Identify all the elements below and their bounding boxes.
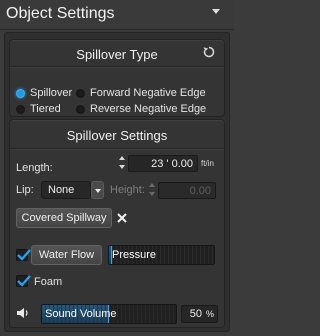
radio-label: Tiered — [30, 103, 61, 115]
speaker-icon — [17, 308, 28, 318]
length-input[interactable]: 23 ' 0.00 — [128, 155, 198, 172]
radio-dot — [76, 88, 85, 98]
radio-label: Reverse Negative Edge — [90, 103, 207, 115]
foam-label: Foam — [34, 276, 63, 288]
reset-icon[interactable] — [202, 45, 216, 59]
checkmark-icon — [17, 249, 31, 261]
covered-spillway-button[interactable]: Covered Spillway — [16, 208, 112, 228]
spinner-down-icon — [149, 192, 155, 196]
height-spinner — [149, 182, 156, 197]
sound-volume-label: Sound Volume — [45, 308, 117, 320]
radio-tiered[interactable]: Tiered — [16, 102, 61, 116]
spinner-up-icon — [149, 183, 155, 187]
section-divider — [10, 148, 224, 149]
height-input: 0.00 — [158, 182, 216, 199]
lip-dropdown-button[interactable] — [91, 181, 104, 199]
collapse-arrow-icon[interactable] — [212, 9, 220, 14]
checkmark-icon — [17, 275, 31, 287]
sound-volume-slider[interactable]: Sound Volume — [41, 304, 177, 324]
sound-volume-unit: % — [205, 309, 214, 319]
lip-label: Lip: — [16, 184, 34, 196]
radio-dot — [16, 104, 25, 114]
lip-select[interactable]: None — [41, 181, 91, 199]
section-divider — [10, 66, 224, 67]
spillover-type-section: Spillover Type Spillover Forward Negativ… — [9, 39, 225, 117]
panel-title: Object Settings — [6, 5, 115, 22]
sound-volume-input[interactable]: 50 % — [181, 305, 218, 323]
spinner-down-icon[interactable] — [119, 165, 125, 169]
remove-icon[interactable] — [117, 213, 127, 223]
radio-dot-selected — [16, 88, 25, 98]
spinner-up-icon[interactable] — [119, 156, 125, 160]
radio-label: Forward Negative Edge — [90, 87, 206, 99]
water-flow-checkbox[interactable] — [16, 249, 31, 261]
length-spinner[interactable] — [119, 155, 126, 170]
radio-spillover[interactable]: Spillover — [16, 86, 72, 100]
length-unit: ft/in — [201, 159, 214, 168]
length-label: Length: — [16, 162, 53, 174]
foam-checkbox[interactable] — [16, 275, 31, 287]
pressure-label: Pressure — [112, 249, 157, 261]
radio-forward-negative-edge[interactable]: Forward Negative Edge — [76, 86, 206, 100]
spillover-type-title: Spillover Type — [76, 47, 158, 62]
spillover-settings-title: Spillover Settings — [66, 128, 168, 143]
sound-volume-value: 50 — [189, 308, 202, 320]
height-label: Height: — [110, 184, 145, 196]
pressure-slider[interactable]: Pressure — [108, 245, 215, 265]
panel-header[interactable]: Object Settings — [0, 0, 234, 30]
radio-dot — [76, 104, 85, 114]
radio-label: Spillover — [30, 87, 73, 99]
water-flow-button[interactable]: Water Flow — [31, 245, 102, 265]
radio-reverse-negative-edge[interactable]: Reverse Negative Edge — [76, 102, 206, 116]
